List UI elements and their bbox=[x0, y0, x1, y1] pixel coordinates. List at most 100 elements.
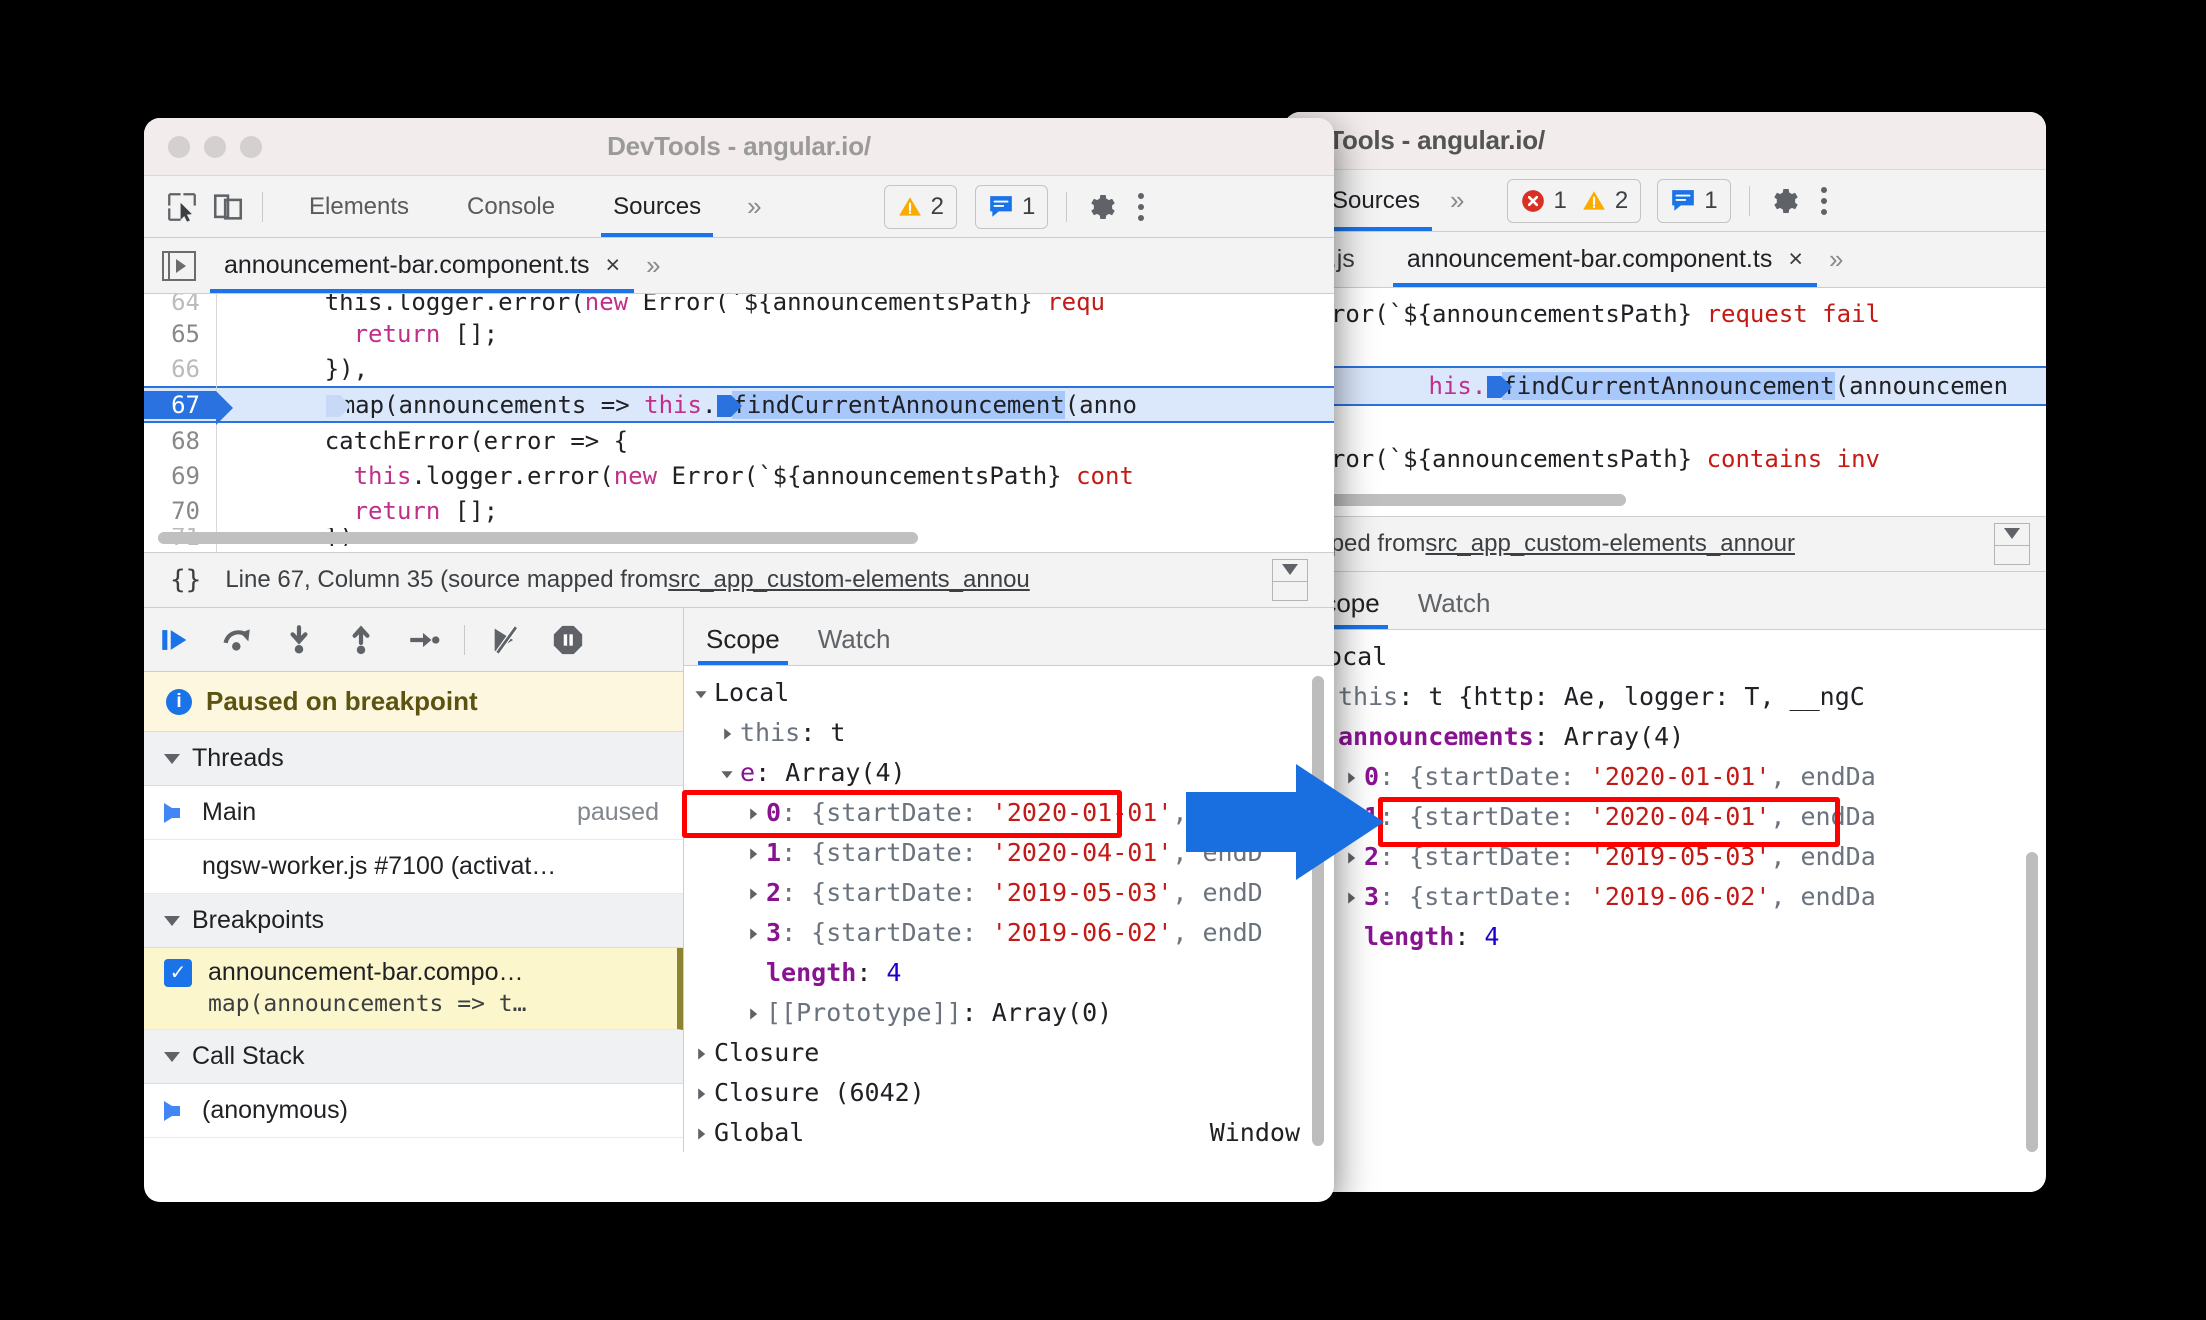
line-number-66: 66 bbox=[171, 354, 200, 383]
chevron-right-icon[interactable] bbox=[746, 838, 766, 867]
call-stack-section-header[interactable]: Call Stack bbox=[144, 1030, 683, 1084]
right-scope-tree[interactable]: Local this: t {http: Ae, logger: T, __ngC… bbox=[1284, 630, 2046, 960]
code-text-65: return []; bbox=[353, 319, 499, 348]
scope-tree-row[interactable]: Local bbox=[1292, 636, 2046, 676]
scope-tree-row[interactable]: 3: {startDate: '2019-06-02', endDa bbox=[1292, 876, 2046, 916]
thread-status: paused bbox=[576, 798, 659, 826]
left-tab-elements[interactable]: Elements bbox=[291, 176, 427, 237]
left-tab-watch[interactable]: Watch bbox=[796, 624, 907, 665]
left-source-tab-close-icon[interactable]: × bbox=[606, 251, 621, 280]
left-tab-scope[interactable]: Scope bbox=[684, 624, 796, 665]
left-window-title: DevTools - angular.io/ bbox=[607, 131, 871, 161]
pause-on-exceptions-button[interactable] bbox=[537, 608, 599, 672]
right-source-tab-close-icon[interactable]: × bbox=[1788, 245, 1803, 274]
chevron-down-icon bbox=[164, 1051, 180, 1062]
right-gear-icon[interactable] bbox=[1764, 181, 1804, 221]
chevron-down-icon[interactable] bbox=[694, 678, 714, 707]
scope-tree-row[interactable]: Global Window bbox=[694, 1112, 1334, 1152]
thread-name: ngsw-worker.js #7100 (activat… bbox=[202, 852, 557, 880]
right-source-more-icon[interactable]: » bbox=[1817, 244, 1855, 275]
left-messages-badge[interactable]: 1 bbox=[974, 184, 1049, 229]
scope-tree-row[interactable]: 2: {startDate: '2019-05-03', endDa bbox=[1292, 836, 2046, 876]
scope-tree-row[interactable]: 0: {startDate: '2020-01-01', endDa bbox=[1292, 756, 2046, 796]
thread-row-main[interactable]: Main paused bbox=[144, 786, 683, 840]
scope-tree-row[interactable]: [[Prototype]]: Array(0) bbox=[694, 992, 1334, 1032]
right-source-map-dropdown-icon[interactable] bbox=[1994, 523, 2030, 565]
scope-tree-row[interactable]: announcements: Array(4) bbox=[1292, 716, 2046, 756]
scope-tree-row[interactable]: length: 4 bbox=[1292, 916, 2046, 956]
scope-tree-row[interactable]: length: 4 bbox=[694, 952, 1334, 992]
show-navigator-icon[interactable] bbox=[162, 250, 196, 281]
chevron-right-icon[interactable] bbox=[746, 878, 766, 907]
scope-tree-row[interactable]: 3: {startDate: '2019-06-02', endD bbox=[694, 912, 1334, 952]
right-tab-watch[interactable]: Watch bbox=[1396, 588, 1507, 629]
right-toolbar-divider bbox=[1748, 185, 1750, 216]
chevron-right-icon[interactable] bbox=[694, 1118, 714, 1147]
scope-tree-row[interactable]: this: t {http: Ae, logger: T, __ngC bbox=[1292, 676, 2046, 716]
blue-right-arrow-annotation bbox=[1186, 764, 1384, 880]
chevron-right-icon[interactable] bbox=[694, 1038, 714, 1067]
thread-row-worker[interactable]: ngsw-worker.js #7100 (activat… bbox=[144, 840, 683, 894]
breakpoint-row[interactable]: ✓ announcement-bar.compo… map(announceme… bbox=[144, 948, 683, 1030]
left-warnings-badge[interactable]: 2 bbox=[883, 184, 957, 229]
breakpoint-checkbox[interactable]: ✓ bbox=[164, 958, 192, 987]
left-source-map-dropdown-icon[interactable] bbox=[1272, 559, 1308, 601]
pretty-print-icon[interactable]: {} bbox=[144, 565, 225, 595]
left-editor-hscrollbar[interactable] bbox=[158, 532, 918, 544]
threads-section-header[interactable]: Threads bbox=[144, 732, 683, 786]
left-status-source-link[interactable]: src_app_custom-elements_annou bbox=[668, 566, 1030, 594]
scope-tree-row[interactable]: this: t bbox=[694, 712, 1334, 752]
right-editor-hscrollbar[interactable] bbox=[1296, 494, 1626, 506]
right-more-tabs-icon[interactable]: » bbox=[1438, 185, 1476, 216]
paused-on-breakpoint-banner: i Paused on breakpoint bbox=[144, 672, 683, 732]
chevron-right-icon[interactable] bbox=[746, 998, 766, 1027]
chevron-right-icon[interactable] bbox=[694, 1078, 714, 1107]
left-more-tabs-icon[interactable]: » bbox=[735, 191, 773, 222]
left-kebab-menu-icon[interactable] bbox=[1121, 187, 1161, 227]
left-scope-tree[interactable]: Local this: t e: Array(4) 0: {startDate: '2… bbox=[684, 666, 1334, 1152]
right-scope-vscrollbar[interactable] bbox=[2026, 852, 2038, 1152]
step-over-button[interactable] bbox=[206, 608, 268, 672]
call-stack-row[interactable]: (anonymous) bbox=[144, 1084, 683, 1138]
step-out-icon bbox=[352, 624, 370, 654]
left-tab-sources[interactable]: Sources bbox=[595, 176, 719, 237]
device-toolbar-icon[interactable] bbox=[208, 187, 248, 227]
left-scope-vscrollbar[interactable] bbox=[1312, 676, 1324, 1146]
chevron-right-icon[interactable] bbox=[746, 918, 766, 947]
deactivate-breakpoints-button[interactable] bbox=[475, 608, 537, 672]
left-code-editor[interactable]: 64 this.logger.error(new Error(`${announ… bbox=[144, 294, 1334, 552]
left-tab-console[interactable]: Console bbox=[449, 176, 573, 237]
right-issues-badge[interactable]: 1 2 bbox=[1506, 178, 1642, 223]
scope-tree-row[interactable]: Closure bbox=[694, 1032, 1334, 1072]
code-text-66: }), bbox=[238, 354, 369, 383]
step-into-button[interactable] bbox=[268, 608, 330, 672]
right-status-source-link[interactable]: src_app_custom-elements_annour bbox=[1425, 530, 1795, 558]
right-window-title: vTools - angular.io/ bbox=[1314, 125, 1545, 155]
resume-script-execution-button[interactable] bbox=[144, 608, 206, 672]
chevron-right-icon[interactable] bbox=[746, 798, 766, 827]
left-gear-icon[interactable] bbox=[1081, 187, 1121, 227]
inspect-element-icon[interactable] bbox=[162, 187, 202, 227]
chevron-right-icon[interactable] bbox=[1344, 882, 1364, 911]
scope-tree-row[interactable]: [[Prototype]]: Array(0) bbox=[1292, 956, 2046, 960]
step-button[interactable] bbox=[392, 608, 454, 672]
right-kebab-menu-icon[interactable] bbox=[1804, 181, 1844, 221]
right-source-tab-active[interactable]: announcement-bar.component.ts × bbox=[1392, 232, 1818, 287]
right-warning-count: 2 bbox=[1614, 186, 1629, 214]
step-over-icon bbox=[223, 628, 250, 651]
chevron-down-icon[interactable] bbox=[720, 758, 740, 787]
scope-tree-row[interactable]: Local bbox=[694, 672, 1334, 712]
left-source-tab-active[interactable]: announcement-bar.component.ts × bbox=[210, 238, 635, 293]
left-source-more-icon[interactable]: » bbox=[634, 250, 672, 281]
scope-tree-row[interactable]: 1: {startDate: '2020-04-01', endDa bbox=[1292, 796, 2046, 836]
left-lower-split: i Paused on breakpoint Threads Main paus… bbox=[144, 608, 1334, 1152]
error-icon bbox=[1521, 189, 1544, 212]
scope-tree-row[interactable]: Closure (6042) bbox=[694, 1072, 1334, 1112]
breakpoints-section-header[interactable]: Breakpoints bbox=[144, 894, 683, 948]
right-code-editor[interactable]: Error(`${announcementsPath} request fail… bbox=[1284, 288, 2046, 516]
step-out-button[interactable] bbox=[330, 608, 392, 672]
right-messages-badge[interactable]: 1 bbox=[1657, 178, 1731, 223]
call-stack-header-label: Call Stack bbox=[192, 1042, 305, 1070]
chevron-right-icon[interactable] bbox=[720, 718, 740, 747]
chevron-down-icon bbox=[164, 753, 180, 764]
